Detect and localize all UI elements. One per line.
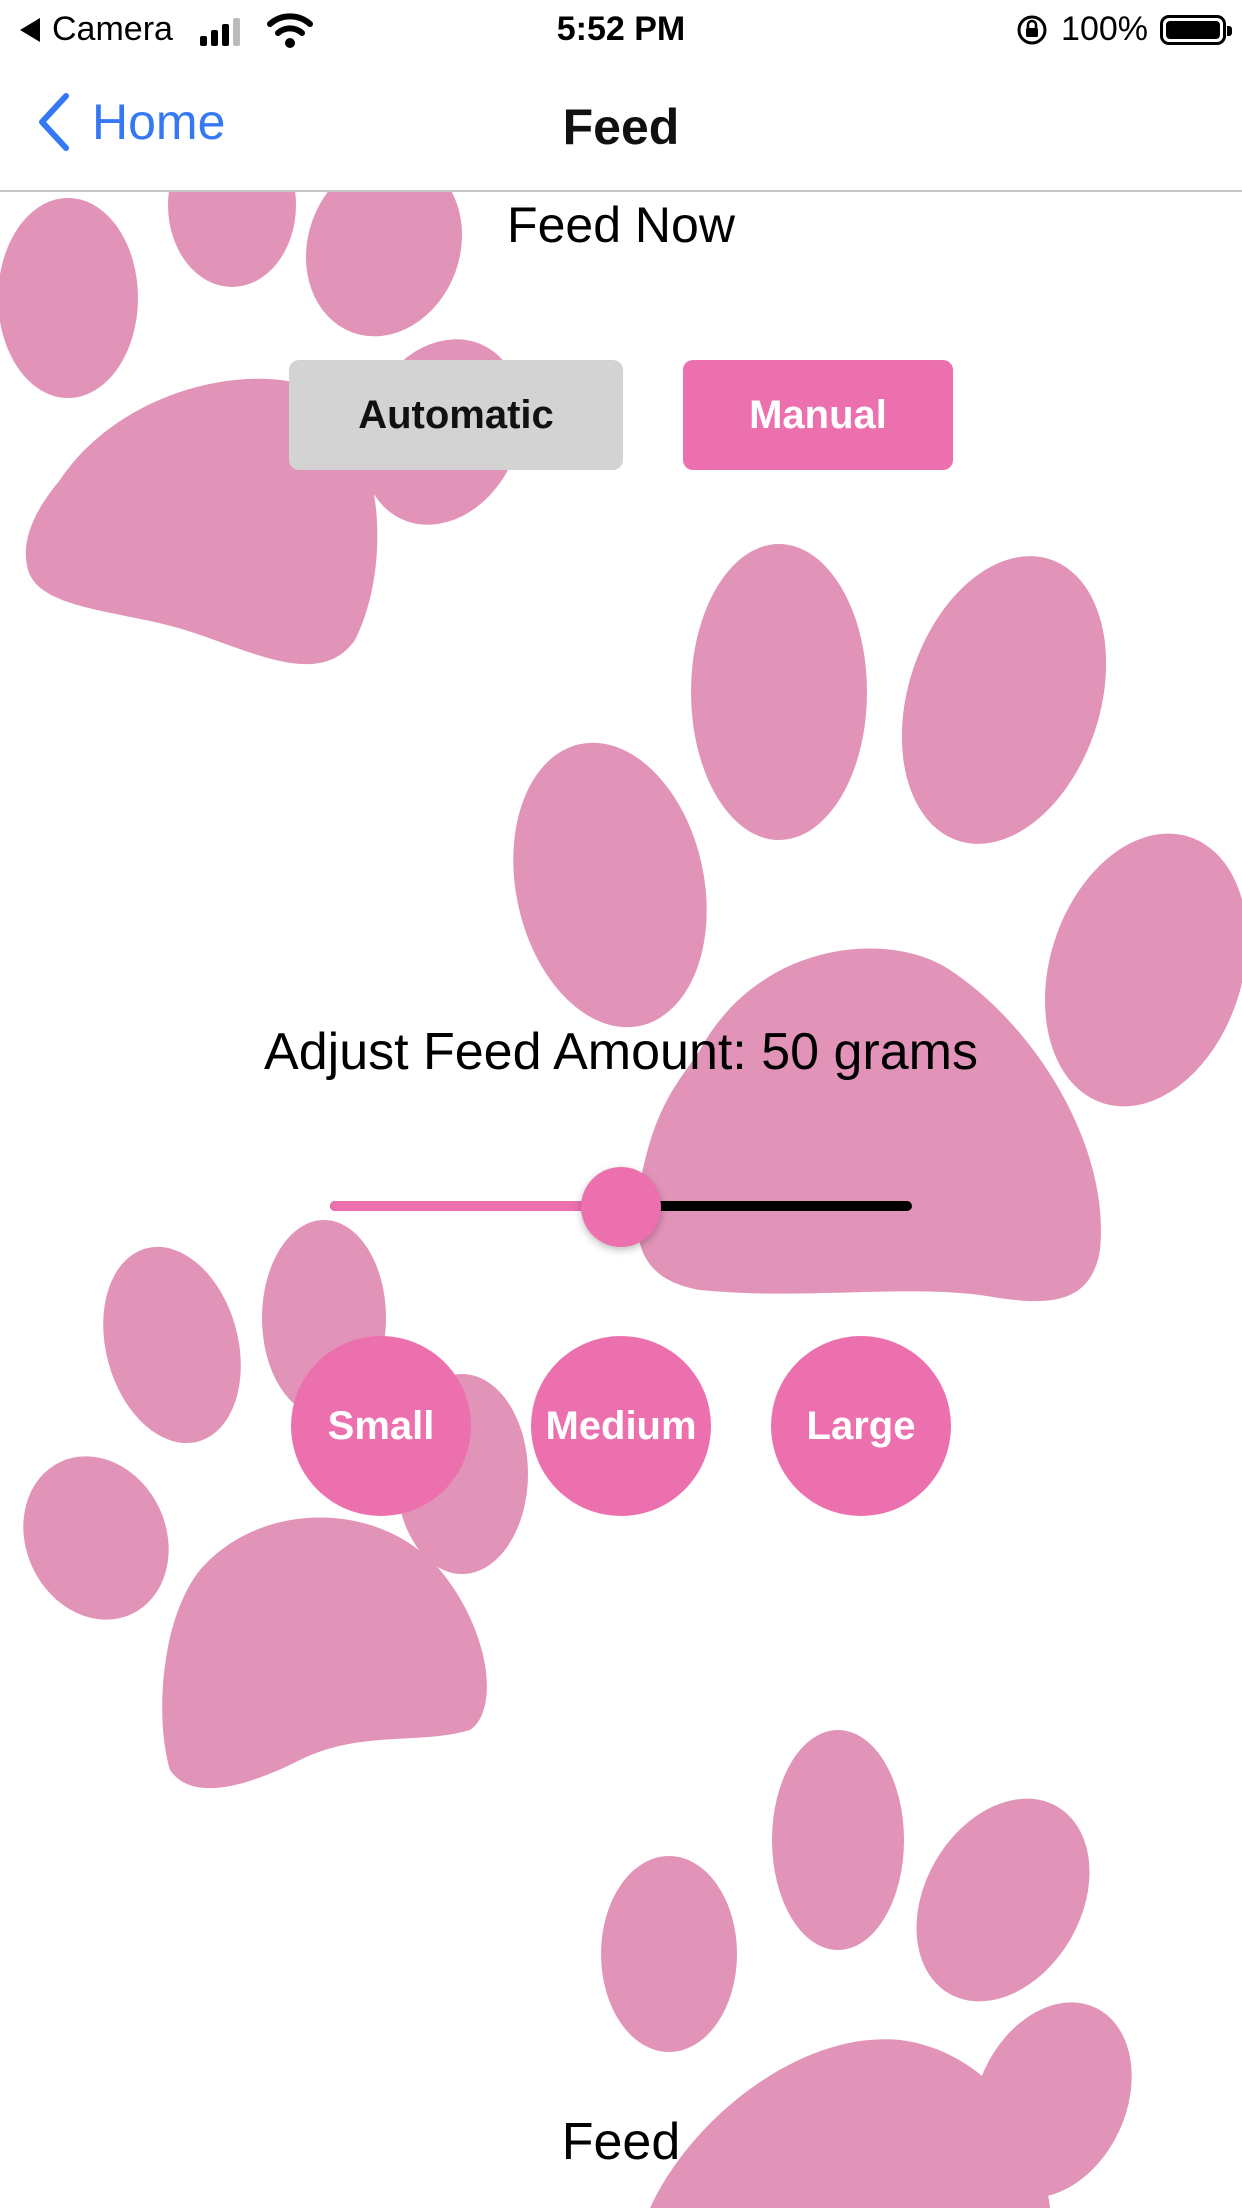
- manual-mode-button[interactable]: Manual: [683, 360, 953, 470]
- automatic-mode-button[interactable]: Automatic: [289, 360, 623, 470]
- large-size-button[interactable]: Large: [771, 1336, 951, 1516]
- small-size-button[interactable]: Small: [291, 1336, 471, 1516]
- feed-amount-slider[interactable]: [330, 1167, 912, 1247]
- feed-content: Feed Now Automatic Manual Adjust Feed Am…: [0, 192, 1242, 2208]
- feed-now-title: Feed Now: [507, 197, 735, 253]
- page-title: Feed: [562, 99, 680, 155]
- medium-size-button[interactable]: Medium: [531, 1336, 711, 1516]
- status-bar: Camera 5:52 PM 100%: [0, 0, 1242, 62]
- feed-amount-label: Adjust Feed Amount: 50 grams: [264, 1023, 978, 1081]
- feed-button[interactable]: Feed: [471, 2112, 771, 2182]
- navigation-bar: Home Feed: [0, 62, 1242, 192]
- slider-track-fill: [330, 1201, 621, 1211]
- battery-icon: [1160, 14, 1232, 45]
- slider-thumb[interactable]: [581, 1167, 661, 1247]
- orientation-lock-icon: [1017, 15, 1047, 44]
- battery-percent: 100%: [1061, 10, 1148, 48]
